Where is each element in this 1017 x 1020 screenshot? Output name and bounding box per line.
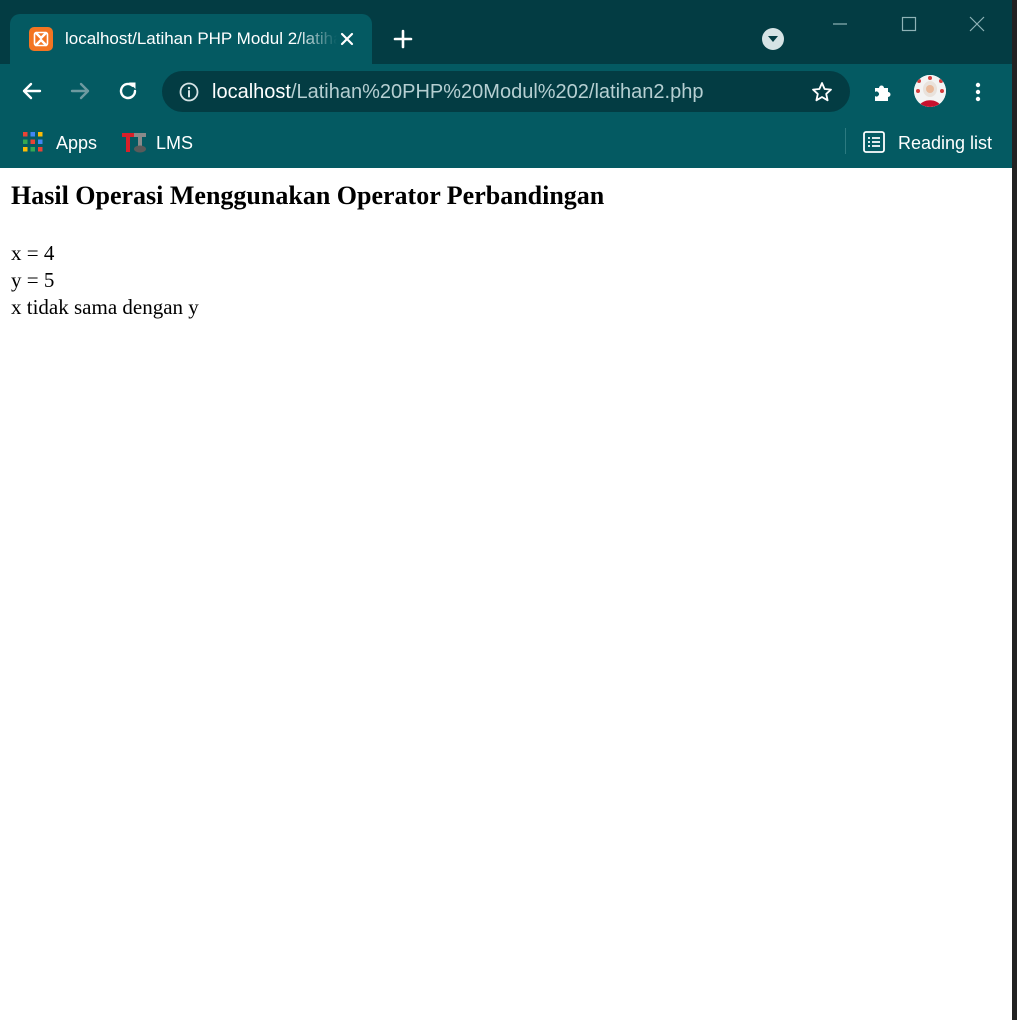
forward-arrow-icon[interactable]: [67, 78, 93, 104]
output-line: x tidak sama dengan y: [11, 295, 199, 319]
profile-avatar[interactable]: [914, 75, 946, 107]
back-arrow-icon[interactable]: [19, 78, 45, 104]
window-close-icon[interactable]: [963, 10, 991, 38]
url-host: localhost: [212, 81, 291, 103]
browser-window: localhost/Latihan PHP Modul 2/latihan2.p…: [0, 0, 1012, 1020]
close-tab-icon[interactable]: [336, 28, 358, 50]
bookmark-star-icon[interactable]: [810, 80, 834, 104]
page-heading: Hasil Operasi Menggunakan Operator Perba…: [11, 181, 605, 210]
url-path: /Latihan%20PHP%20Modul%202/latihan2.php: [290, 81, 704, 103]
bookmarks-bar: Apps LMS Reading list: [0, 118, 1012, 168]
url-text: localhost/Latihan%20PHP%20Modul%202/lati…: [212, 80, 703, 104]
maximize-icon[interactable]: [895, 10, 923, 38]
tab-strip: localhost/Latihan PHP Modul 2/latihan2.p…: [0, 0, 1012, 64]
lms-icon: [121, 130, 147, 159]
reading-list-label: Reading list: [898, 133, 993, 153]
tab-title: localhost/Latihan PHP Modul 2/latihan2.p…: [65, 29, 337, 48]
bookmark-label: Apps: [56, 133, 98, 153]
reading-list-icon: [862, 130, 886, 159]
site-info-icon[interactable]: [178, 81, 200, 103]
bookmark-label: LMS: [156, 133, 194, 153]
new-tab-icon[interactable]: [390, 26, 416, 52]
bookmark-lms[interactable]: LMS: [120, 129, 195, 155]
address-bar[interactable]: localhost/Latihan%20PHP%20Modul%202/lati…: [162, 71, 850, 112]
page-content: Hasil Operasi Menggunakan Operator Perba…: [0, 168, 1012, 1020]
extensions-puzzle-icon[interactable]: [870, 79, 896, 105]
apps-grid-icon: [22, 131, 44, 158]
reload-icon[interactable]: [115, 78, 141, 104]
output-line: x = 4: [11, 241, 55, 265]
toolbar: localhost/Latihan%20PHP%20Modul%202/lati…: [0, 64, 1012, 118]
bookmarks-divider: [845, 128, 846, 154]
reading-list-button[interactable]: Reading list: [862, 129, 994, 155]
active-tab[interactable]: localhost/Latihan PHP Modul 2/latihan2.p…: [10, 14, 372, 64]
window-edge: [1012, 0, 1017, 1020]
output-line: y = 5: [11, 268, 55, 292]
tab-search-icon[interactable]: [762, 28, 784, 50]
minimize-icon[interactable]: [826, 10, 854, 38]
more-menu-icon[interactable]: [968, 79, 988, 105]
xampp-icon: [29, 27, 53, 51]
bookmark-apps[interactable]: Apps: [20, 129, 100, 155]
